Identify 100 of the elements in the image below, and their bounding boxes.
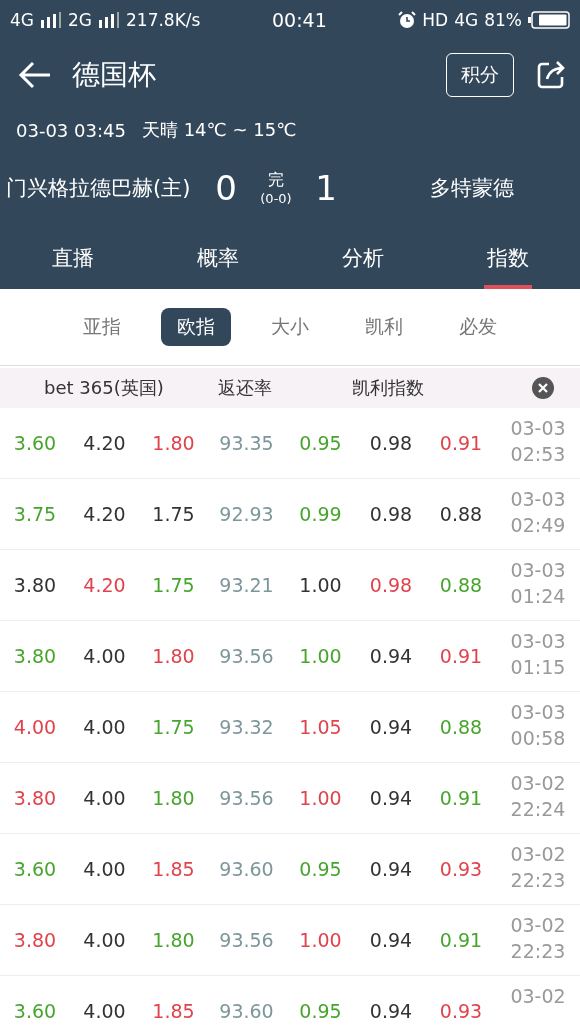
date-cell-text: 03-03 (510, 700, 566, 725)
odds-cell-text: 0.98 (368, 432, 414, 454)
column-header: 凯利指数 (352, 376, 425, 400)
away-score: 1 (314, 168, 338, 208)
date-cell-text: 03-02 (510, 771, 566, 796)
odds-cell-text: 4.20 (82, 574, 127, 596)
time-cell-text: 01:24 (510, 583, 566, 609)
network-label: 4G (454, 10, 479, 30)
network-label: 2G (68, 10, 92, 30)
odds-cell-text: 1.05 (298, 716, 343, 738)
tab[interactable]: 概率 (145, 226, 290, 289)
odds-cell-text: 0.98 (368, 574, 414, 596)
odds-cell-text: 1.85 (151, 1000, 196, 1022)
odds-cell-text: 1.80 (151, 929, 196, 951)
home-score: 0 (214, 168, 238, 208)
return-rate-cell-text: 93.35 (218, 432, 275, 454)
close-icon[interactable] (532, 377, 554, 399)
odds-cell-text: 3.80 (12, 787, 58, 809)
odds-cell-text: 0.94 (368, 1000, 414, 1022)
match-status: 完 (268, 170, 284, 191)
odds-cell-text: 0.95 (298, 858, 343, 880)
clock: 00:41 (272, 9, 327, 31)
odds-cell-text: 1.00 (298, 645, 343, 667)
sub-tab[interactable]: 凯利 (349, 308, 419, 346)
return-rate-cell-text: 93.32 (218, 716, 275, 738)
odds-cell-text: 1.80 (151, 645, 196, 667)
odds-cell-text: 3.60 (12, 432, 58, 454)
odds-cell-text: 0.94 (368, 645, 414, 667)
share-icon[interactable] (536, 60, 566, 90)
odds-cell-text: 3.60 (12, 1000, 58, 1022)
odds-cell-text: 1.75 (151, 716, 196, 738)
network-speed: 217.8K/s (126, 10, 201, 30)
odds-cell-text: 0.98 (368, 503, 414, 525)
signal-icon (40, 12, 62, 28)
odds-cell-text: 0.93 (438, 1000, 484, 1022)
back-icon[interactable] (18, 61, 52, 89)
sub-tab[interactable]: 必发 (443, 308, 513, 346)
hd-label: HD (422, 10, 449, 30)
return-rate-cell-text: 93.21 (218, 574, 275, 596)
odds-cell-text: 0.99 (298, 503, 343, 525)
odds-cell-text: 1.85 (151, 858, 196, 880)
half-time-score: (0-0) (260, 191, 292, 206)
time-cell-text: 00:58 (510, 725, 566, 751)
page-title: 德国杯 (72, 57, 157, 93)
sub-tab[interactable]: 大小 (255, 308, 325, 346)
date-cell-text: 03-03 (510, 416, 566, 441)
odds-cell-text: 0.91 (438, 787, 484, 809)
weather-text: 天晴 14℃ ~ 15℃ (141, 118, 297, 142)
date-cell-text: 03-03 (510, 629, 566, 654)
odds-cell-text: 1.00 (298, 929, 343, 951)
return-rate-cell-text: 93.56 (218, 787, 275, 809)
time-cell-text: 22:24 (510, 796, 566, 822)
tab[interactable]: 直播 (0, 226, 145, 289)
odds-cell-text: 3.80 (12, 929, 58, 951)
odds-cell-text: 0.94 (368, 858, 414, 880)
odds-cell-text: 4.00 (82, 1000, 127, 1022)
away-team: 多特蒙德 (430, 175, 514, 202)
time-cell-text: 02:49 (510, 512, 566, 538)
odds-cell-text: 0.95 (298, 1000, 343, 1022)
odds-cell-text: 0.94 (368, 929, 414, 951)
date-cell-text: 03-03 (510, 487, 566, 512)
odds-cell-text: 3.60 (12, 858, 58, 880)
odds-cell-text: 3.80 (12, 574, 58, 596)
odds-cell-text: 1.75 (151, 574, 196, 596)
sub-tab[interactable]: 亚指 (67, 308, 137, 346)
column-header: 返还率 (218, 376, 273, 400)
points-button[interactable]: 积分 (446, 53, 514, 97)
match-datetime: 03-03 03:45 (16, 119, 126, 141)
date-cell-text: 03-02 (510, 984, 566, 1009)
odds-cell-text: 1.80 (151, 432, 196, 454)
odds-cell-text: 0.88 (438, 503, 484, 525)
return-rate-cell-text: 93.60 (218, 1000, 275, 1022)
time-cell-text: 02:53 (510, 441, 566, 467)
sub-tab[interactable]: 欧指 (161, 308, 231, 346)
tab[interactable]: 分析 (290, 226, 435, 289)
odds-cell-text: 4.00 (82, 858, 127, 880)
time-cell-text: 22:23 (510, 938, 566, 964)
battery-icon (528, 11, 570, 29)
time-cell-text: 22:23 (510, 867, 566, 893)
battery-percent: 81% (484, 10, 522, 30)
odds-cell-text: 0.91 (438, 432, 484, 454)
odds-cell-text: 1.75 (151, 503, 196, 525)
odds-cell-text: 0.91 (438, 929, 484, 951)
alarm-icon (398, 11, 417, 29)
odds-cell-text: 4.00 (82, 787, 127, 809)
odds-cell-text: 4.00 (12, 716, 58, 738)
date-cell-text: 03-02 (510, 842, 566, 867)
date-cell-text: 03-02 (510, 913, 566, 938)
odds-cell-text: 4.00 (82, 929, 127, 951)
return-rate-cell-text: 93.56 (218, 929, 275, 951)
home-team: 门兴格拉德巴赫(主) (6, 175, 192, 202)
odds-cell-text: 3.75 (12, 503, 58, 525)
network-label: 4G (10, 10, 34, 30)
return-rate-cell-text: 93.60 (218, 858, 275, 880)
odds-cell-text: 1.00 (298, 574, 343, 596)
tab[interactable]: 指数 (435, 226, 580, 289)
return-rate-cell-text: 93.56 (218, 645, 275, 667)
odds-cell-text: 0.88 (438, 574, 484, 596)
odds-cell-text: 1.00 (298, 787, 343, 809)
date-cell-text: 03-03 (510, 558, 566, 583)
